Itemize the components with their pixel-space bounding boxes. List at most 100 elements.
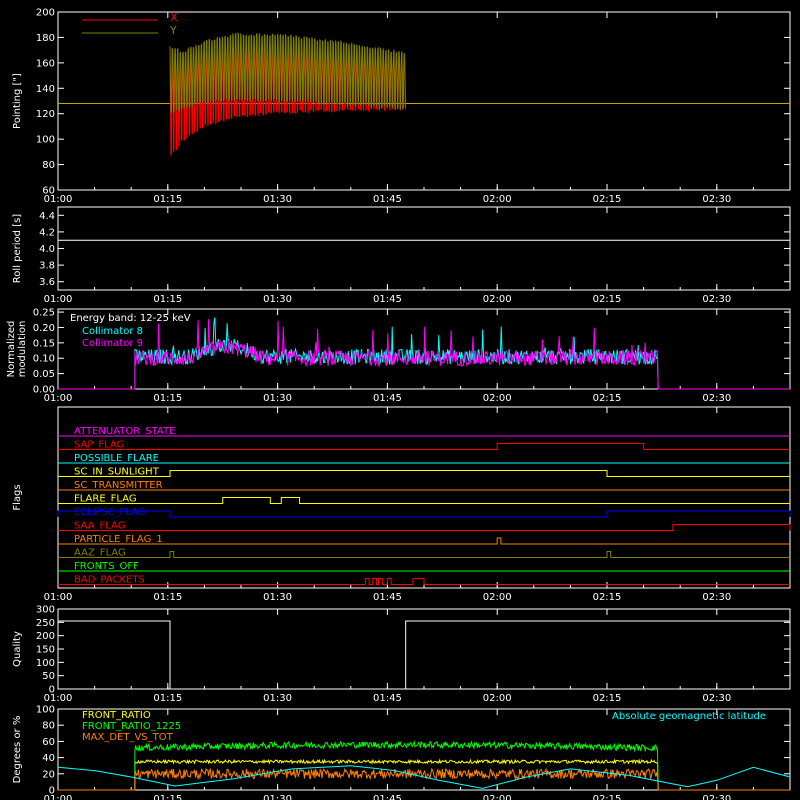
x-tick-label-pointing: 01:30	[263, 194, 292, 205]
flag-line-flare-flag	[58, 497, 790, 504]
y-tick-label-modulation: 0.15	[33, 338, 55, 349]
x-tick-label-quality: 01:30	[263, 693, 292, 704]
y-tick-label-quality: 0	[49, 685, 55, 696]
data-layer	[57, 19, 791, 791]
x-tick-label-roll: 01:15	[153, 294, 182, 305]
y-tick-label-pointing: 200	[36, 8, 55, 19]
x-tick-label-flags: 01:00	[44, 592, 73, 603]
x-tick-label-flags: 01:15	[153, 592, 182, 603]
y-tick-label-roll: 3.8	[39, 261, 55, 272]
x-tick-label-quality: 02:15	[593, 693, 622, 704]
y-axis-label-modulation: Normalizedmodulation	[6, 321, 28, 378]
y-axis-label-line-modulation: modulation	[17, 321, 28, 378]
y-tick-label-quality: 150	[36, 645, 55, 656]
x-tick-label-latitude: 02:15	[593, 794, 622, 800]
x-tick-label-flags: 02:00	[483, 592, 512, 603]
flag-line-saa-flag	[58, 524, 791, 531]
flag-label-aaz-flag: AAZ_FLAG	[74, 548, 126, 559]
flag-line-aaz-flag	[58, 551, 790, 558]
y-tick-label-roll: 4.0	[39, 244, 55, 255]
x-tick-label-pointing: 02:30	[702, 194, 731, 205]
y-tick-label-modulation: 0.05	[33, 369, 55, 380]
x-tick-label-latitude: 02:30	[702, 794, 731, 800]
x-tick-label-quality: 02:00	[483, 693, 512, 704]
flag-label-saa-flag: SAA_FLAG	[74, 521, 125, 532]
x-tick-label-quality: 01:15	[153, 693, 182, 704]
flag-line-particle-flag-1	[58, 537, 790, 545]
y-tick-label-latitude: 40	[42, 753, 55, 764]
y-axis-label-roll: Roll period [s]	[12, 214, 23, 283]
modulation-series-collimator-9	[58, 319, 790, 390]
x-tick-label-pointing: 01:45	[373, 194, 402, 205]
y-tick-label-pointing: 120	[36, 109, 55, 120]
x-tick-label-modulation: 01:15	[153, 393, 182, 404]
x-tick-label-roll: 02:00	[483, 294, 512, 305]
y-tick-label-latitude: 80	[42, 721, 55, 732]
y-tick-label-pointing: 80	[42, 160, 55, 171]
plot-frame-pointing	[57, 11, 791, 191]
flag-line-sc-in-sunlight	[58, 470, 790, 477]
modulation-legend-collimator-8: Collimator 8	[82, 326, 143, 337]
x-tick-label-latitude: 01:15	[153, 794, 182, 800]
y-tick-label-modulation: 0.10	[33, 354, 55, 365]
flag-label-sc-in-sunlight: SC_IN_SUNLIGHT	[74, 467, 160, 478]
geomagnetic-latitude-label: Absolute geomagnetic latitude	[612, 711, 766, 722]
x-tick-label-roll: 02:15	[593, 294, 622, 305]
flag-label-attenuator-state: ATTENUATOR_STATE	[74, 426, 175, 437]
y-tick-label-roll: 3.6	[39, 277, 55, 288]
y-axis-label-quality: Quality	[12, 631, 23, 667]
y-tick-label-modulation: 0.20	[33, 323, 55, 334]
y-tick-label-pointing: 140	[36, 84, 55, 95]
latitude-legend-max-det-vs-tot: MAX_DET_VS_TOT	[82, 732, 174, 743]
plot-frame-roll	[57, 206, 791, 291]
flag-line-eclipse-flag	[57, 510, 791, 518]
text-layer: 01:00 01:15 01:30 01:45 02:00 02:15 02:30 60 80 1…	[6, 8, 766, 800]
y-tick-label-modulation: 0.25	[33, 308, 55, 319]
flag-line-sap-flag	[58, 443, 790, 450]
flag-label-sc-transmitter: SC_TRANSMITTER	[74, 480, 163, 491]
y-tick-label-quality: 300	[36, 605, 55, 616]
x-tick-label-roll: 01:30	[263, 294, 292, 305]
x-tick-label-pointing: 02:15	[593, 194, 622, 205]
x-tick-label-quality: 02:30	[702, 693, 731, 704]
y-tick-label-pointing: 100	[36, 135, 55, 146]
y-axis-label-flags: Flags	[12, 484, 23, 510]
x-tick-label-roll: 01:45	[373, 294, 402, 305]
legend-label-x: X	[170, 11, 178, 24]
y-tick-label-quality: 50	[42, 671, 55, 682]
flag-label-bad-packets: BAD_PACKETS	[74, 575, 145, 586]
latitude-series-front-ratio-1225	[58, 740, 790, 791]
y-tick-label-latitude: 60	[42, 737, 55, 748]
x-tick-label-roll: 01:00	[44, 294, 73, 305]
flag-label-flare-flag: FLARE_FLAG	[74, 494, 137, 505]
y-tick-label-quality: 200	[36, 631, 55, 642]
chart-canvas: 01:00 01:15 01:30 01:45 02:00 02:15 02:30 60 80 1…	[6, 8, 791, 800]
flag-label-eclipse-flag: ECLIPSE_FLAG	[74, 507, 145, 518]
x-tick-label-modulation: 02:00	[483, 393, 512, 404]
x-tick-label-pointing: 02:00	[483, 194, 512, 205]
x-tick-label-quality: 01:45	[373, 693, 402, 704]
y-tick-label-modulation: 0.00	[33, 385, 55, 396]
legend-label-y: Y	[169, 24, 177, 37]
flag-label-possible-flare: POSSIBLE_FLARE	[74, 453, 159, 464]
y-tick-label-latitude: 100	[36, 705, 55, 716]
flag-label-sap-flag: SAP_FLAG	[74, 440, 124, 451]
x-tick-label-modulation: 02:15	[593, 393, 622, 404]
x-tick-label-flags: 01:30	[263, 592, 292, 603]
y-axis-label-latitude: Degrees or %	[12, 716, 23, 784]
x-tick-label-latitude: 01:45	[373, 794, 402, 800]
latitude-legend-front-ratio: FRONT_RATIO	[82, 710, 151, 721]
energy-band-annotation: Energy band: 12-25 keV	[70, 313, 191, 324]
x-tick-label-flags: 01:45	[373, 592, 402, 603]
y-tick-label-roll: 4.4	[39, 211, 55, 222]
x-tick-label-flags: 02:15	[593, 592, 622, 603]
flag-label-particle-flag-1: PARTICLE_FLAG_1	[74, 534, 163, 545]
x-tick-label-pointing: 01:15	[153, 194, 182, 205]
latitude-legend-front-ratio-1225: FRONT_RATIO_1225	[82, 721, 181, 732]
y-axis-label-pointing: Pointing ["]	[12, 73, 23, 129]
x-tick-label-latitude: 02:00	[483, 794, 512, 800]
x-tick-label-modulation: 01:45	[373, 393, 402, 404]
y-tick-label-quality: 250	[36, 618, 55, 629]
y-tick-label-latitude: 20	[42, 769, 55, 780]
y-tick-label-roll: 4.2	[39, 227, 55, 238]
